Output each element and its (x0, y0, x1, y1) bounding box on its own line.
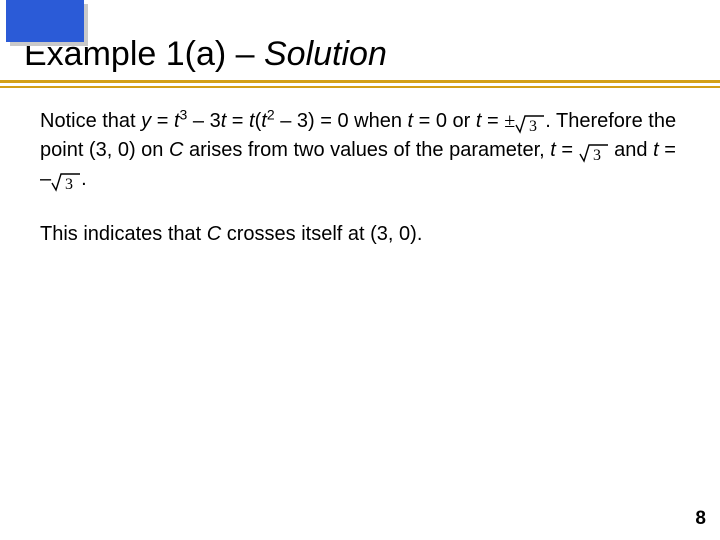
title: Example 1(a) – Solution (0, 34, 720, 77)
page-number: 8 (695, 508, 706, 530)
text: = (226, 110, 249, 132)
text: This indicates that (40, 223, 207, 245)
text: Notice that (40, 110, 141, 132)
text: arises from two values of the parameter, (183, 139, 550, 161)
svg-text:3: 3 (65, 176, 73, 193)
negative-sign: – (40, 168, 51, 190)
sup-2: 2 (267, 106, 275, 122)
paragraph-spacer (40, 195, 680, 221)
text: and (609, 139, 653, 161)
var-y: y (141, 110, 151, 132)
body: Notice that y = t3 – 3t = t(t2 – 3) = 0 … (40, 108, 680, 248)
text: crosses itself at (3, 0). (221, 223, 422, 245)
decorative-blue-box (6, 0, 84, 42)
text: = (481, 110, 504, 132)
slide: Example 1(a) – Solution Notice that y = … (0, 0, 720, 540)
text: – 3 (187, 110, 220, 132)
sqrt-3-icon: 3 (51, 168, 81, 195)
plus-minus: ± (504, 110, 515, 132)
sqrt-3-icon: 3 (515, 110, 545, 137)
title-text: Example 1(a) – Solution (24, 34, 696, 75)
paragraph-1: Notice that y = t3 – 3t = t(t2 – 3) = 0 … (40, 108, 680, 195)
title-rule-thick (0, 80, 720, 83)
paragraph-2: This indicates that C crosses itself at … (40, 221, 680, 248)
text: = 0 or (413, 110, 476, 132)
svg-text:3: 3 (593, 147, 601, 164)
sqrt-3-icon: 3 (579, 139, 609, 166)
text: – 3) = 0 when (275, 110, 408, 132)
text: = (659, 139, 676, 161)
var-C: C (207, 223, 221, 245)
title-rule-thin (0, 86, 720, 88)
text: = (556, 139, 579, 161)
text: . (545, 110, 551, 132)
var-C: C (169, 139, 183, 161)
title-italic: Solution (264, 35, 387, 73)
svg-text:3: 3 (529, 118, 537, 135)
text: . (81, 168, 87, 190)
text: = (151, 110, 174, 132)
